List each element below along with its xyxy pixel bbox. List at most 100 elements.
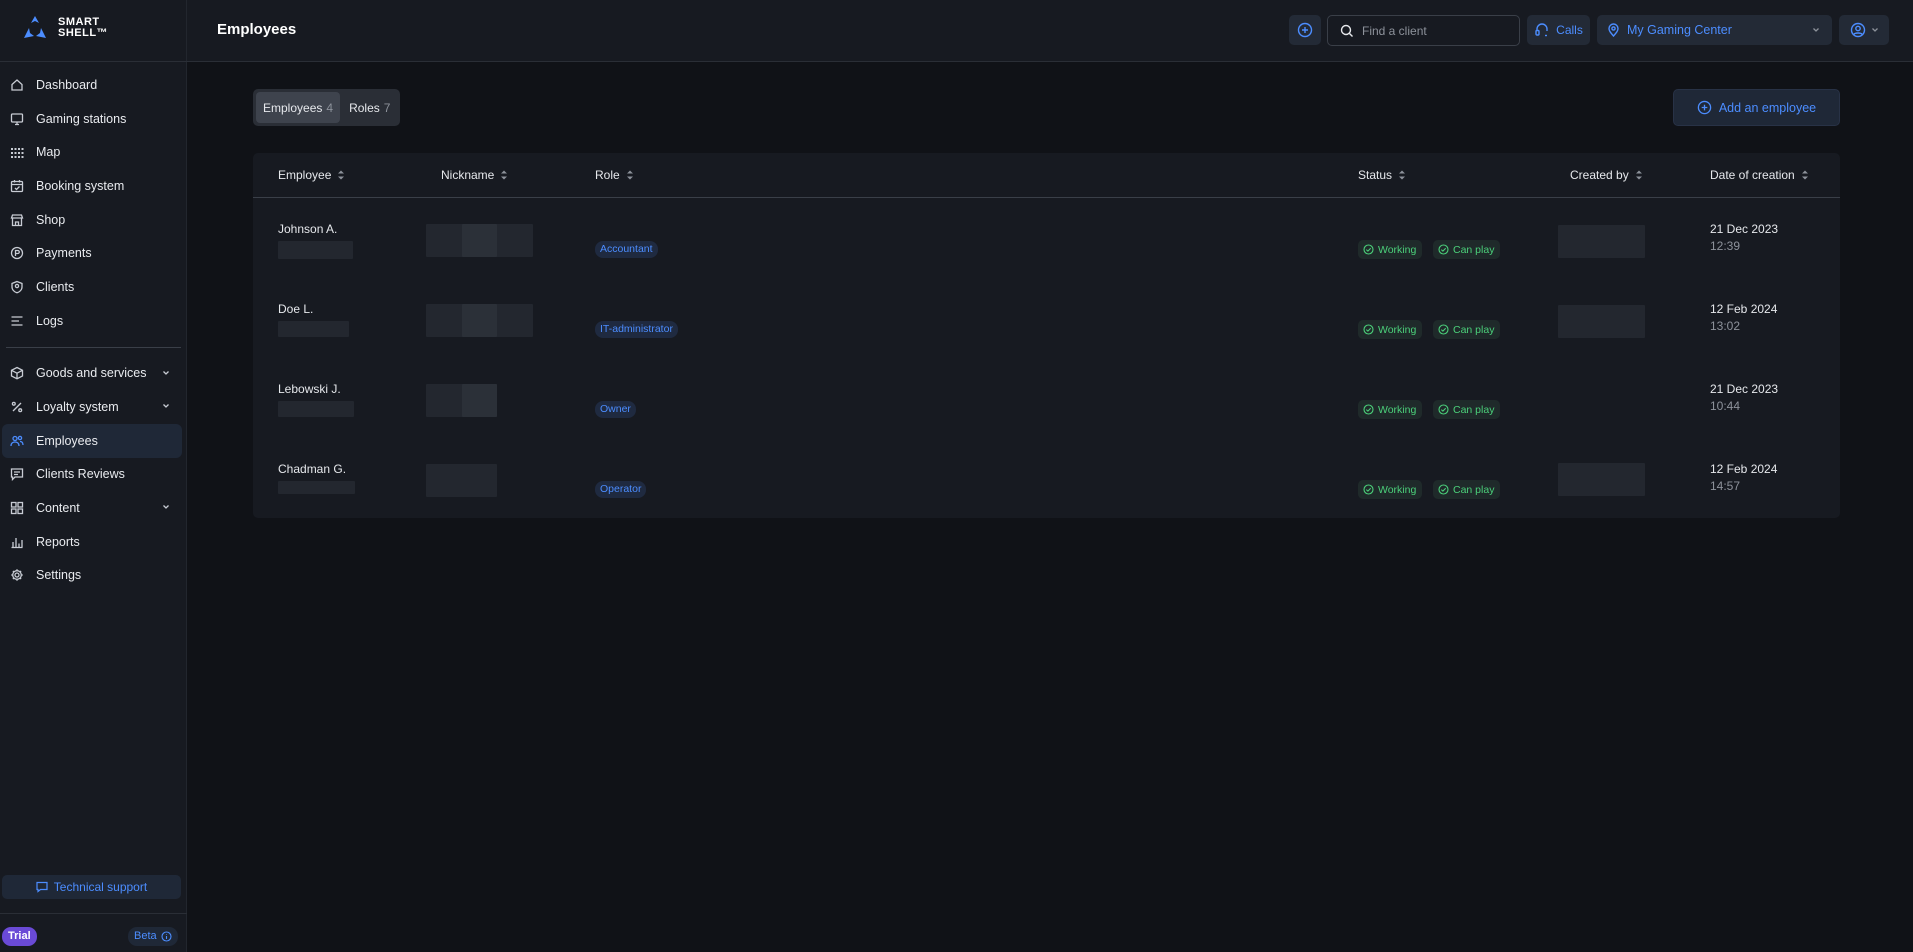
table-row[interactable]: Lebowski J. Owner Working Can play 21 De… [253,359,1840,439]
employees-table: Employee Nickname Role Status Created by… [253,153,1840,518]
monitor-icon [9,111,24,126]
sidebar-item-label: Clients [36,279,75,294]
sidebar-item-clients[interactable]: Clients [0,270,187,304]
redacted-nickname [426,464,497,497]
redacted-login [278,321,349,337]
technical-support-button[interactable]: Technical support [2,875,181,899]
table-row[interactable]: Johnson A. Accountant Working Can play 2… [253,199,1840,279]
column-header-employee[interactable]: Employee [278,168,345,182]
column-header-created-by[interactable]: Created by [1570,168,1643,182]
table-row[interactable]: Doe L. IT-administrator Working Can play… [253,279,1840,359]
column-header-nickname[interactable]: Nickname [441,168,508,182]
sidebar-item-label: Shop [36,212,66,227]
column-header-status[interactable]: Status [1358,168,1406,182]
can-play-badge: Can play [1433,240,1501,259]
user-menu-button[interactable] [1839,15,1889,45]
creation-time: 14:57 [1710,479,1741,493]
sidebar-item-loyalty-system[interactable]: Loyalty system [0,390,187,424]
logo-line-2: SHELL™ [58,27,109,39]
sidebar-item-dashboard[interactable]: Dashboard [0,68,187,102]
check-circle-icon [1438,324,1449,335]
redacted-created-by [1558,225,1645,258]
lines-icon [9,313,24,328]
sidebar-item-payments[interactable]: Payments [0,236,187,270]
employee-name: Johnson A. [278,222,338,236]
add-employee-button[interactable]: Add an employee [1673,89,1840,126]
sort-icon [1635,170,1642,180]
sort-icon [626,170,633,180]
sidebar-item-map[interactable]: Map [0,135,187,169]
sort-icon [501,170,508,180]
sidebar-item-label: Reports [36,534,80,549]
creation-date: 21 Dec 2023 [1710,382,1779,396]
info-icon [161,931,172,942]
check-circle-icon [1363,404,1374,415]
sidebar-item-gaming-stations[interactable]: Gaming stations [0,102,187,136]
column-header-date-of-creation[interactable]: Date of creation [1710,168,1809,182]
creation-date: 12 Feb 2024 [1710,302,1778,316]
column-header-role[interactable]: Role [595,168,634,182]
store-icon [9,212,24,227]
trial-badge: Trial [2,927,37,946]
cube-icon [9,366,24,381]
gaming-center-name: My Gaming Center [1627,23,1732,37]
tab-roles[interactable]: Roles 7 [342,92,397,123]
sidebar-item-label: Payments [36,246,92,261]
sidebar-item-shop[interactable]: Shop [0,203,187,237]
sidebar-divider [6,346,181,348]
check-circle-icon [1438,244,1449,255]
sidebar-divider-bottom [0,913,187,914]
sidebar-item-label: Employees [36,433,98,448]
chevron-down-icon [1813,28,1819,32]
column-label: Status [1358,168,1393,182]
sidebar-item-clients-reviews[interactable]: Clients Reviews [0,458,187,492]
gear-icon [9,568,24,583]
shield-user-icon [9,279,24,294]
sidebar-item-logs[interactable]: Logs [0,304,187,338]
creation-date: 21 Dec 2023 [1710,222,1779,236]
creation-date: 12 Feb 2024 [1710,462,1778,476]
calls-button[interactable]: Calls [1527,15,1590,45]
bar-chart-icon [9,534,24,549]
sidebar: SMART SHELL™ Dashboard Gaming stations M… [0,0,187,952]
status-label: Working [1378,483,1417,496]
chevron-down-icon [163,370,169,375]
column-label: Created by [1570,168,1629,182]
check-circle-icon [1363,484,1374,495]
sidebar-item-booking-system[interactable]: Booking system [0,169,187,203]
sidebar-item-content[interactable]: Content [0,491,187,525]
tab-label: Employees [263,100,323,115]
calendar-icon [9,178,24,193]
sidebar-item-settings[interactable]: Settings [0,559,187,593]
sidebar-item-label: Gaming stations [36,111,127,126]
message-icon [9,467,24,482]
gaming-center-select[interactable]: My Gaming Center [1597,15,1832,45]
user-circle-icon [1850,22,1865,38]
tab-employees[interactable]: Employees 4 [256,92,341,123]
can-play-label: Can play [1453,243,1495,256]
plus-circle-icon [1697,100,1712,115]
sidebar-item-employees[interactable]: Employees [2,423,182,458]
smartshell-logo[interactable]: SMART SHELL™ [20,14,108,42]
chevron-down-icon [163,505,169,510]
redacted-nickname-block [462,224,497,257]
sort-icon [338,170,345,180]
can-play-badge: Can play [1433,480,1501,499]
sidebar-item-label: Clients Reviews [36,467,125,482]
sidebar-item-reports[interactable]: Reports [0,525,187,559]
beta-badge[interactable]: Beta [128,927,178,946]
technical-support-label: Technical support [53,880,148,894]
page-title: Employees [217,21,297,38]
sidebar-item-goods-and-services[interactable]: Goods and services [0,357,187,391]
search-input[interactable] [1362,23,1502,38]
table-row[interactable]: Chadman G. Operator Working Can play 12 … [253,439,1840,519]
chat-icon [36,881,48,893]
client-search[interactable] [1327,15,1520,46]
redacted-login [278,241,353,259]
status-working-badge: Working [1358,240,1423,259]
tab-count: 4 [326,100,334,115]
quick-add-button[interactable] [1289,15,1321,45]
can-play-label: Can play [1453,323,1495,336]
column-label: Role [595,168,620,182]
redacted-created-by [1558,305,1645,338]
